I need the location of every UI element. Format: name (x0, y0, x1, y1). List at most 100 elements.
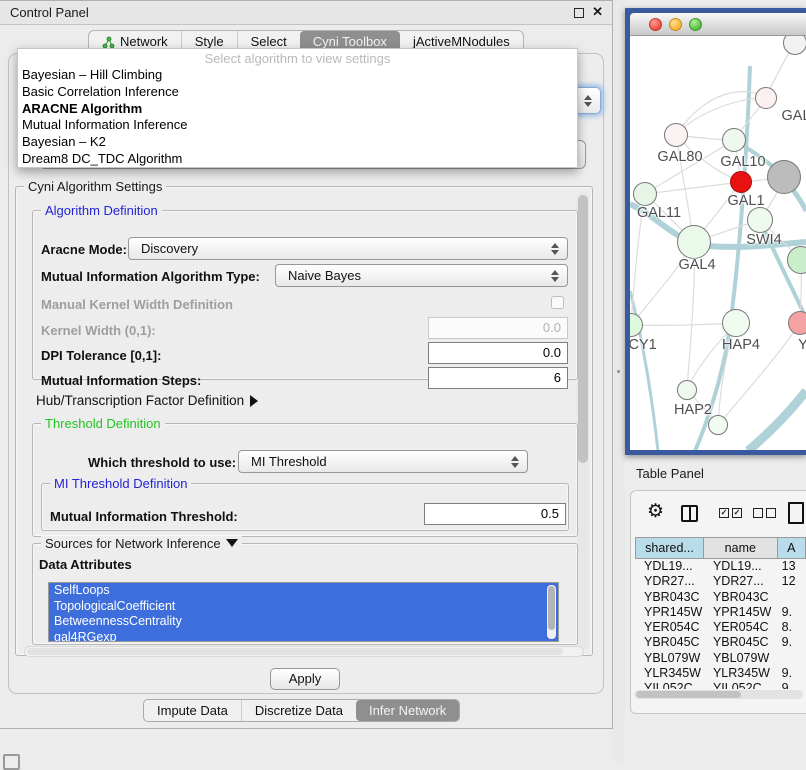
algorithm-option[interactable]: ARACNE Algorithm (22, 101, 573, 118)
attributes-scrollbar[interactable] (547, 585, 556, 639)
dropdown-prompt: Select algorithm to view settings (18, 51, 577, 66)
table-cell: YLR345W (635, 666, 704, 681)
dpi-tolerance-input[interactable]: 0.0 (428, 342, 568, 364)
network-canvas[interactable]: GALGAL80GAL10GAL1GAL11SWI4GAL4GCY1HAP4YH… (630, 36, 806, 450)
algorithm-option[interactable]: Mutual Information Inference (22, 117, 573, 134)
column-header-name[interactable]: name (704, 537, 778, 559)
network-node[interactable] (783, 36, 806, 55)
close-icon[interactable]: ✕ (592, 4, 603, 20)
close-traffic-light-icon[interactable] (649, 18, 662, 31)
table-cell: YIL052C (704, 681, 778, 689)
unchecked-box-icon[interactable] (766, 508, 776, 518)
scrollbar-thumb[interactable] (636, 691, 741, 698)
column-header-partial[interactable]: A (778, 537, 806, 559)
attribute-item-selected[interactable]: BetweennessCentrality (49, 614, 558, 630)
network-node[interactable] (677, 380, 697, 400)
mi-type-combobox[interactable]: Naive Bayes (275, 264, 568, 287)
network-node[interactable] (730, 171, 752, 193)
node-label: HAP4 (722, 337, 760, 353)
table-row[interactable]: YPR145WYPR145W9. (635, 605, 806, 620)
combo-value: Discovery (141, 241, 198, 256)
checked-box-icon[interactable]: ✓ (719, 508, 729, 518)
algorithm-option[interactable]: Basic Correlation Inference (22, 84, 573, 101)
table-cell: 9. (778, 605, 806, 620)
node-label: GCY1 (630, 337, 657, 353)
attribute-item-selected[interactable]: TopologicalCoefficient (49, 599, 558, 615)
algorithm-option[interactable]: Bayesian – K2 (22, 134, 573, 151)
table-cell: YBR043C (704, 590, 778, 605)
table-row[interactable]: YLR345WYLR345W9. (635, 666, 806, 681)
node-table: shared... name A YDL19...YDL19...13YDR27… (635, 537, 806, 689)
threshold-definition-group: Threshold Definition Which threshold to … (32, 423, 578, 537)
table-row[interactable]: YBR045CYBR045C9. (635, 635, 806, 650)
table-cell: YBL079W (635, 651, 704, 666)
scrollbar-thumb[interactable] (548, 586, 555, 630)
attribute-item-selected[interactable]: gal4RGexp (49, 630, 558, 643)
network-window-titlebar[interactable] (630, 13, 806, 36)
manual-kernel-checkbox[interactable] (551, 296, 564, 309)
table-row[interactable]: YBR043CYBR043C (635, 590, 806, 605)
mi-steps-input[interactable]: 6 (428, 367, 568, 389)
algorithm-option[interactable]: Bayesian – Hill Climbing (22, 67, 573, 84)
unchecked-box-icon[interactable] (753, 508, 763, 518)
table-cell: YER054C (635, 620, 704, 635)
table-row[interactable]: YIL052CYIL052C9. (635, 681, 806, 689)
table-row[interactable]: YBL079WYBL079W (635, 651, 806, 666)
scrollbar-thumb[interactable] (578, 195, 588, 463)
node-label: GAL80 (657, 149, 702, 165)
table-row[interactable]: YER054CYER054C8. (635, 620, 806, 635)
column-header-shared-name[interactable]: shared... (635, 537, 704, 559)
table-cell: YDL19... (704, 559, 778, 574)
minimized-panel-icon[interactable] (3, 754, 20, 770)
table-cell: YBL079W (704, 651, 778, 666)
aracne-mode-combobox[interactable]: Discovery (128, 237, 568, 260)
panel-divider[interactable] (613, 0, 625, 762)
settings-horizontal-scrollbar[interactable] (24, 646, 584, 657)
zoom-traffic-light-icon[interactable] (689, 18, 702, 31)
table-row[interactable]: YDR27...YDR27...12 (635, 574, 806, 589)
network-node[interactable] (788, 311, 806, 335)
tab-discretize-data[interactable]: Discretize Data (241, 700, 356, 721)
network-node[interactable] (633, 182, 657, 206)
network-node[interactable] (747, 207, 773, 233)
network-node[interactable] (767, 160, 801, 194)
table-cell: YER054C (704, 620, 778, 635)
mi-threshold-input[interactable]: 0.5 (424, 503, 566, 525)
minimize-traffic-light-icon[interactable] (669, 18, 682, 31)
network-node[interactable] (755, 87, 777, 109)
hub-definition-expander[interactable]: Hub/Transcription Factor Definition (36, 393, 258, 408)
settings-vertical-scrollbar[interactable] (577, 192, 589, 650)
kernel-width-input[interactable]: 0.0 (428, 317, 568, 339)
tab-impute-data[interactable]: Impute Data (144, 700, 241, 721)
tab-infer-network[interactable]: Infer Network (356, 700, 459, 721)
network-node[interactable] (722, 309, 750, 337)
table-row[interactable]: YDL19...YDL19...13 (635, 559, 806, 574)
control-panel-titlebar: Control Panel ✕ (0, 1, 612, 25)
sources-expander[interactable]: Sources for Network Inference (41, 536, 242, 551)
gear-icon[interactable]: ⚙ (647, 500, 664, 523)
table-cell (778, 590, 806, 605)
network-node[interactable] (664, 123, 688, 147)
combo-value: Naive Bayes (288, 268, 361, 283)
split-pane-icon[interactable] (681, 505, 698, 522)
network-node[interactable] (708, 415, 728, 435)
node-label: SWI4 (746, 232, 781, 248)
apply-button[interactable]: Apply (270, 668, 340, 690)
threshold-combobox[interactable]: MI Threshold (238, 450, 528, 473)
cyni-algorithm-settings-group: Cyni Algorithm Settings Algorithm Defini… (15, 186, 593, 656)
network-node[interactable] (722, 128, 746, 152)
scrollbar-thumb[interactable] (27, 648, 563, 655)
float-window-icon[interactable] (574, 8, 584, 18)
table-cell: YBR045C (635, 635, 704, 650)
node-label: GAL (781, 108, 806, 124)
checked-box-icon[interactable]: ✓ (732, 508, 742, 518)
algorithm-option[interactable]: Dream8 DC_TDC Algorithm (22, 151, 573, 168)
algorithm-dropdown: Select algorithm to view settings Bayesi… (17, 48, 578, 168)
network-tab-icon (102, 36, 115, 49)
document-icon[interactable] (788, 502, 804, 524)
table-horizontal-scrollbar[interactable] (634, 690, 803, 699)
spinner-icon (551, 242, 559, 256)
attribute-item-selected[interactable]: SelfLoops (49, 583, 558, 599)
network-node[interactable] (677, 225, 711, 259)
data-attributes-list[interactable]: SelfLoopsTopologicalCoefficientBetweenne… (48, 582, 559, 642)
